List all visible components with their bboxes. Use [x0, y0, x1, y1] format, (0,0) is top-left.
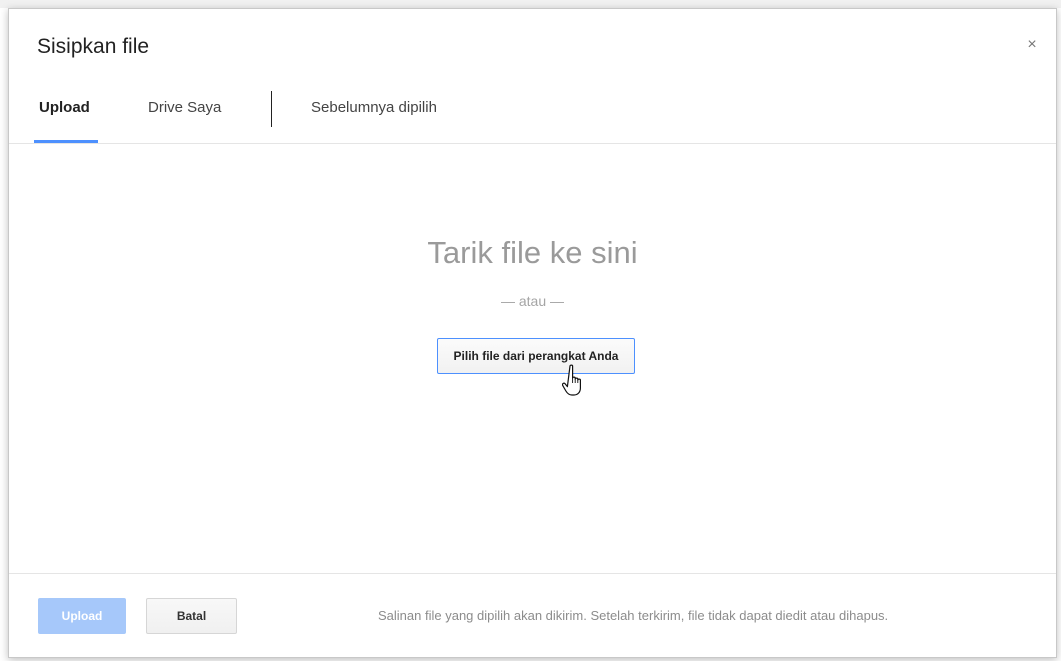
tab-bar: Upload Drive Saya Sebelumnya dipilih [9, 87, 1056, 144]
choose-file-button[interactable]: Pilih file dari perangkat Anda [437, 338, 635, 374]
close-icon: × [1027, 36, 1037, 53]
hand-pointer-icon [562, 364, 581, 396]
tab-divider [271, 91, 272, 127]
drop-zone-title: Tarik file ke sini [427, 235, 638, 270]
page: Sisipkan file × Upload Drive Saya Sebelu… [0, 0, 1061, 661]
tab-sebelumnya-dipilih[interactable]: Sebelumnya dipilih [311, 99, 437, 116]
dialog-title: Sisipkan file [37, 35, 150, 58]
drop-zone-or: — atau — [500, 293, 565, 309]
dialog-footer: Upload Batal Salinan file yang dipilih a… [9, 573, 1056, 659]
close-button[interactable]: × [1022, 35, 1042, 55]
tab-drive-saya[interactable]: Drive Saya [148, 99, 221, 116]
upload-button[interactable]: Upload [38, 598, 126, 634]
insert-file-dialog: Sisipkan file × Upload Drive Saya Sebelu… [8, 8, 1057, 658]
footer-note: Salinan file yang dipilih akan dikirim. … [378, 608, 889, 623]
tab-upload[interactable]: Upload [39, 99, 90, 116]
active-tab-indicator [34, 140, 98, 143]
cancel-button[interactable]: Batal [146, 598, 237, 634]
background-strip [0, 0, 1061, 8]
